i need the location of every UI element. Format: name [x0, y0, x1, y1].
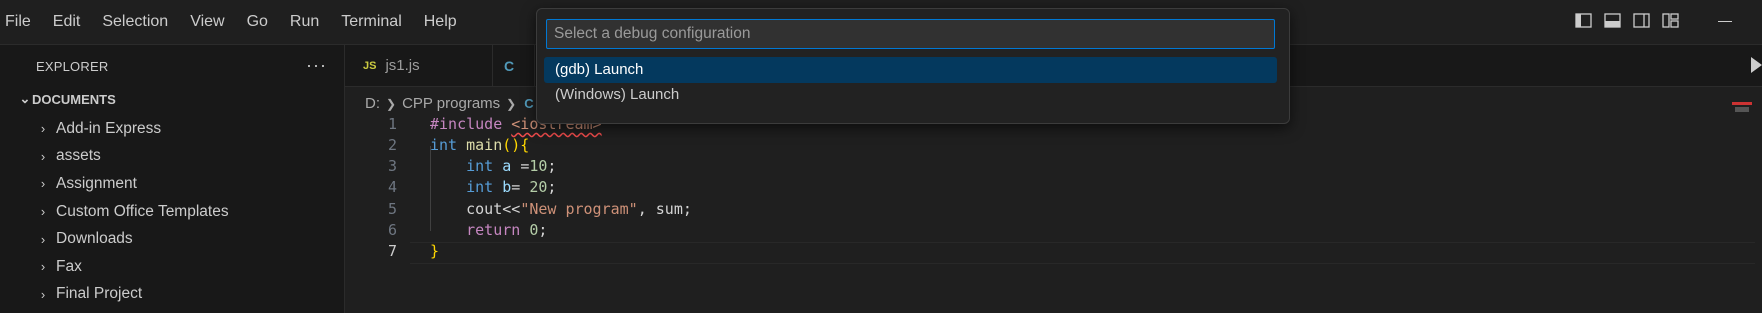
code-text: cout<<"New program", sum; — [466, 200, 692, 218]
menu-selection[interactable]: Selection — [91, 0, 179, 44]
run-icon[interactable] — [1751, 57, 1762, 73]
documents-section-header[interactable]: ⌄ DOCUMENTS — [18, 91, 116, 107]
code-text: int main(){ — [430, 136, 530, 154]
quick-pick-option-gdb[interactable]: (gdb) Launch — [544, 57, 1277, 83]
menu-help[interactable]: Help — [413, 0, 468, 44]
code-text: int a =10; — [466, 157, 557, 175]
code-line: 2 int main(){ — [345, 135, 1745, 156]
line-number: 3 — [387, 157, 397, 175]
tree-item-folder[interactable]: › Assignment — [36, 170, 229, 198]
section-label: DOCUMENTS — [32, 91, 116, 107]
tree-item-folder[interactable]: › Custom Office Templates — [36, 198, 229, 226]
tree-item-folder[interactable]: › Final Project — [36, 281, 229, 309]
folder-label: assets — [56, 147, 101, 165]
tab-label: js1.js — [385, 57, 420, 74]
folder-label: Downloads — [56, 230, 133, 248]
toggle-secondary-sidebar-icon[interactable] — [1632, 11, 1651, 30]
customize-layout-icon[interactable] — [1661, 11, 1680, 30]
code-line: 4 int b= 20; — [345, 177, 1745, 198]
folder-label: Assignment — [56, 174, 137, 192]
breadcrumb-drive[interactable]: D: — [365, 95, 380, 112]
quick-pick-option-windows[interactable]: (Windows) Launch — [544, 82, 1277, 108]
javascript-file-icon: JS — [363, 59, 377, 72]
debug-config-quick-pick: (gdb) Launch (Windows) Launch — [536, 8, 1290, 124]
line-number: 6 — [387, 221, 397, 239]
folder-label: Final Project — [56, 285, 143, 303]
code-line: 3 int a =10; — [345, 156, 1745, 177]
explorer-sidebar: EXPLORER ··· ⌄ DOCUMENTS › Add-in Express… — [14, 45, 345, 313]
line-number: 4 — [387, 178, 397, 196]
menu-go[interactable]: Go — [236, 0, 279, 44]
minimap-preview[interactable] — [1735, 107, 1749, 112]
activity-bar — [0, 45, 14, 313]
layout-controls — [1574, 11, 1680, 30]
cpp-file-icon[interactable]: C — [524, 96, 533, 111]
toggle-primary-sidebar-icon[interactable] — [1574, 11, 1593, 30]
code-text: } — [430, 242, 440, 260]
chevron-right-icon: › — [40, 286, 46, 302]
quick-pick-input[interactable] — [546, 19, 1275, 49]
chevron-down-icon: ⌄ — [19, 91, 31, 106]
minimize-icon[interactable] — [1718, 21, 1732, 22]
breadcrumb-folder[interactable]: CPP programs — [402, 95, 500, 112]
chevron-right-icon: › — [40, 148, 46, 164]
tree-item-folder[interactable]: › Downloads — [36, 225, 229, 253]
more-actions-icon[interactable]: ··· — [306, 55, 327, 76]
menu-file[interactable]: File — [0, 0, 42, 44]
line-number: 7 — [387, 242, 397, 260]
line-number: 1 — [387, 115, 397, 133]
chevron-right-icon: ❯ — [386, 96, 397, 111]
chevron-right-icon: › — [40, 176, 46, 192]
file-tree: › Add-in Express › assets › Assignment › Cus… — [36, 115, 229, 308]
menu-terminal[interactable]: Terminal — [330, 0, 412, 44]
toggle-panel-icon[interactable] — [1603, 11, 1622, 30]
tab-cpp-file[interactable]: C — [494, 45, 535, 86]
code-text: int b= 20; — [466, 178, 557, 196]
minimap-error-marker — [1732, 102, 1752, 105]
tree-item-folder[interactable]: › assets — [36, 143, 229, 171]
menu-view[interactable]: View — [179, 0, 235, 44]
tab-js1[interactable]: JS js1.js — [345, 45, 493, 86]
menu-run[interactable]: Run — [279, 0, 330, 44]
code-text: return 0; — [466, 221, 548, 239]
code-line: 5 cout<<"New program", sum; — [345, 199, 1745, 220]
code-line: 6 return 0; — [345, 220, 1745, 241]
line-number: 2 — [387, 136, 397, 154]
chevron-right-icon: › — [40, 259, 46, 275]
folder-label: Add-in Express — [56, 119, 162, 137]
chevron-right-icon: ❯ — [506, 96, 517, 111]
chevron-right-icon: › — [40, 204, 46, 220]
explorer-title: EXPLORER — [36, 59, 109, 74]
tree-item-folder[interactable]: › Fax — [36, 253, 229, 281]
folder-label: Fax — [56, 257, 82, 275]
cpp-file-icon: C — [504, 57, 515, 74]
breadcrumb: D: ❯ CPP programs ❯ C — [365, 95, 534, 112]
tree-item-folder[interactable]: › Add-in Express — [36, 115, 229, 143]
line-number: 5 — [387, 200, 397, 218]
folder-label: Custom Office Templates — [56, 202, 229, 220]
chevron-right-icon: › — [40, 121, 46, 137]
code-line: 7 } — [345, 241, 1745, 262]
chevron-right-icon: › — [40, 231, 46, 247]
menu-edit[interactable]: Edit — [42, 0, 92, 44]
